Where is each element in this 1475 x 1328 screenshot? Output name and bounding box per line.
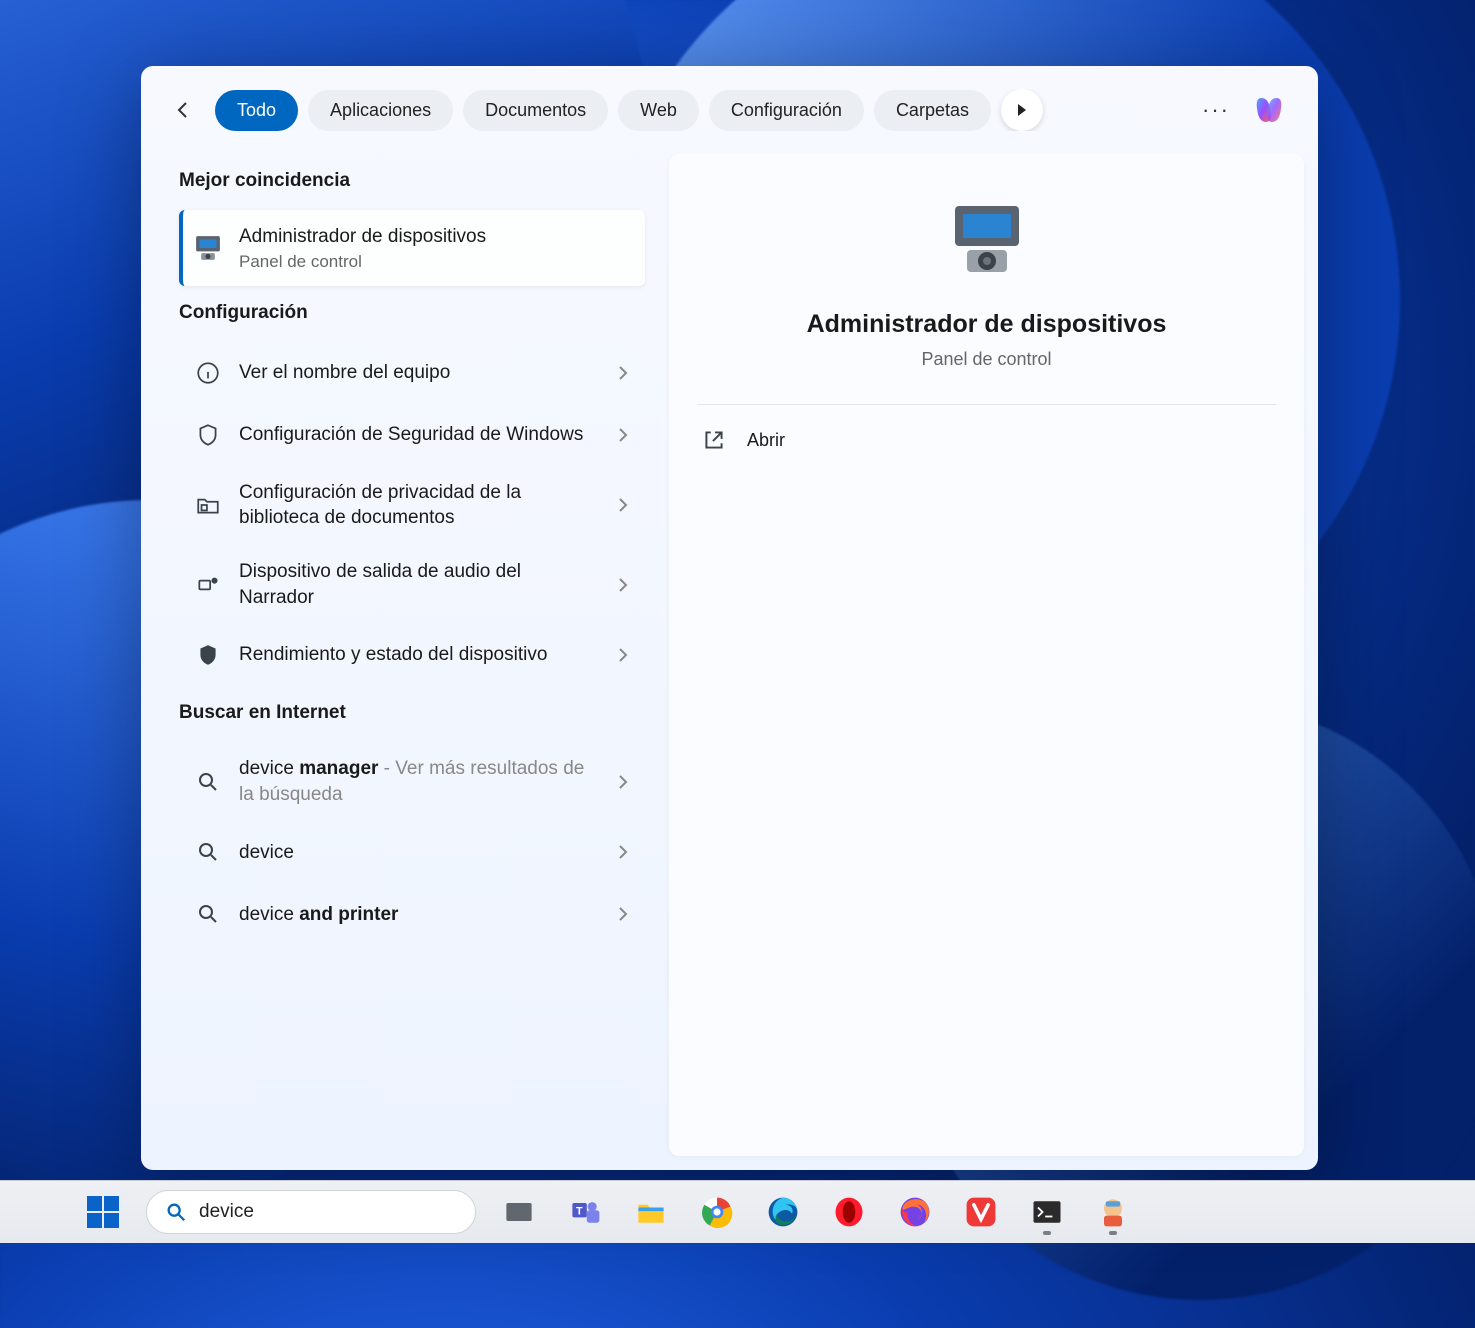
result-best-match[interactable]: Administrador de dispositivos Panel de c… <box>179 210 645 286</box>
result-settings-0[interactable]: Ver el nombre del equipo <box>179 342 645 404</box>
result-web-2[interactable]: device and printer <box>179 883 645 945</box>
result-title: Ver el nombre del equipo <box>239 360 601 386</box>
filter-web[interactable]: Web <box>618 90 699 131</box>
result-web-0[interactable]: device manager - Ver más resultados de l… <box>179 742 645 821</box>
result-settings-1[interactable]: Configuración de Seguridad de Windows <box>179 404 645 466</box>
search-icon <box>191 897 225 931</box>
preview-subtitle: Panel de control <box>921 349 1051 370</box>
chevron-right-icon <box>615 497 631 513</box>
taskbar-search-input[interactable] <box>199 1201 457 1223</box>
section-web: Buscar en Internet <box>179 702 653 724</box>
result-title: Administrador de dispositivos <box>239 224 631 250</box>
result-title: device <box>239 840 601 866</box>
preview-pane: Administrador de dispositivos Panel de c… <box>669 154 1304 1156</box>
search-icon <box>191 835 225 869</box>
search-icon <box>191 765 225 799</box>
filter-settings[interactable]: Configuración <box>709 90 864 131</box>
taskbar-explorer-icon[interactable] <box>628 1189 674 1235</box>
taskbar-chrome-icon[interactable] <box>694 1189 740 1235</box>
chevron-right-icon <box>615 774 631 790</box>
back-button[interactable] <box>161 88 205 132</box>
chevron-right-icon <box>615 577 631 593</box>
copilot-icon[interactable] <box>1248 89 1290 131</box>
preview-title: Administrador de dispositivos <box>807 310 1167 339</box>
start-button[interactable] <box>80 1189 126 1235</box>
filter-folders[interactable]: Carpetas <box>874 90 991 131</box>
taskbar-edge-icon[interactable] <box>760 1189 806 1235</box>
filter-docs[interactable]: Documentos <box>463 90 608 131</box>
action-open-label: Abrir <box>747 430 785 451</box>
device-manager-icon <box>191 231 225 265</box>
filter-apps[interactable]: Aplicaciones <box>308 90 453 131</box>
audio-output-icon <box>191 568 225 602</box>
filter-scroll-right[interactable] <box>1001 89 1043 131</box>
taskbar-app-icon[interactable] <box>1090 1189 1136 1235</box>
result-title: device and printer <box>239 902 601 928</box>
result-subtitle: Panel de control <box>239 252 631 272</box>
results-column: Mejor coincidencia Administrador de disp… <box>155 154 653 1156</box>
result-title: Configuración de Seguridad de Windows <box>239 422 601 448</box>
search-icon <box>165 1201 187 1223</box>
open-external-icon <box>701 427 727 453</box>
section-settings: Configuración <box>179 302 653 324</box>
chevron-right-icon <box>615 844 631 860</box>
filter-all[interactable]: Todo <box>215 90 298 131</box>
section-best-match: Mejor coincidencia <box>179 170 653 192</box>
more-button[interactable]: ··· <box>1194 88 1238 132</box>
shield-icon <box>191 418 225 452</box>
taskbar-terminal-icon[interactable] <box>1024 1189 1070 1235</box>
search-panel: Todo Aplicaciones Documentos Web Configu… <box>141 66 1318 1170</box>
chevron-right-icon <box>615 647 631 663</box>
preview-device-manager-icon <box>939 192 1035 288</box>
folder-privacy-icon <box>191 488 225 522</box>
taskbar-taskview-icon[interactable] <box>496 1189 542 1235</box>
taskbar: T <box>0 1180 1475 1243</box>
taskbar-search[interactable] <box>146 1190 476 1234</box>
chevron-right-icon <box>615 365 631 381</box>
svg-text:T: T <box>576 1206 583 1218</box>
result-title: Configuración de privacidad de la biblio… <box>239 480 601 531</box>
info-icon <box>191 356 225 390</box>
taskbar-vivaldi-icon[interactable] <box>958 1189 1004 1235</box>
result-title: Rendimiento y estado del dispositivo <box>239 642 601 668</box>
result-settings-3[interactable]: Dispositivo de salida de audio del Narra… <box>179 545 645 624</box>
result-settings-2[interactable]: Configuración de privacidad de la biblio… <box>179 466 645 545</box>
chevron-right-icon <box>615 906 631 922</box>
taskbar-teams-icon[interactable]: T <box>562 1189 608 1235</box>
result-title: device manager - Ver más resultados de l… <box>239 756 601 807</box>
chevron-right-icon <box>615 427 631 443</box>
result-settings-4[interactable]: Rendimiento y estado del dispositivo <box>179 624 645 686</box>
shield-health-icon <box>191 638 225 672</box>
taskbar-opera-icon[interactable] <box>826 1189 872 1235</box>
result-title: Dispositivo de salida de audio del Narra… <box>239 559 601 610</box>
filter-row: Todo Aplicaciones Documentos Web Configu… <box>141 66 1318 154</box>
result-web-1[interactable]: device <box>179 821 645 883</box>
action-open[interactable]: Abrir <box>669 405 1304 475</box>
taskbar-firefox-icon[interactable] <box>892 1189 938 1235</box>
